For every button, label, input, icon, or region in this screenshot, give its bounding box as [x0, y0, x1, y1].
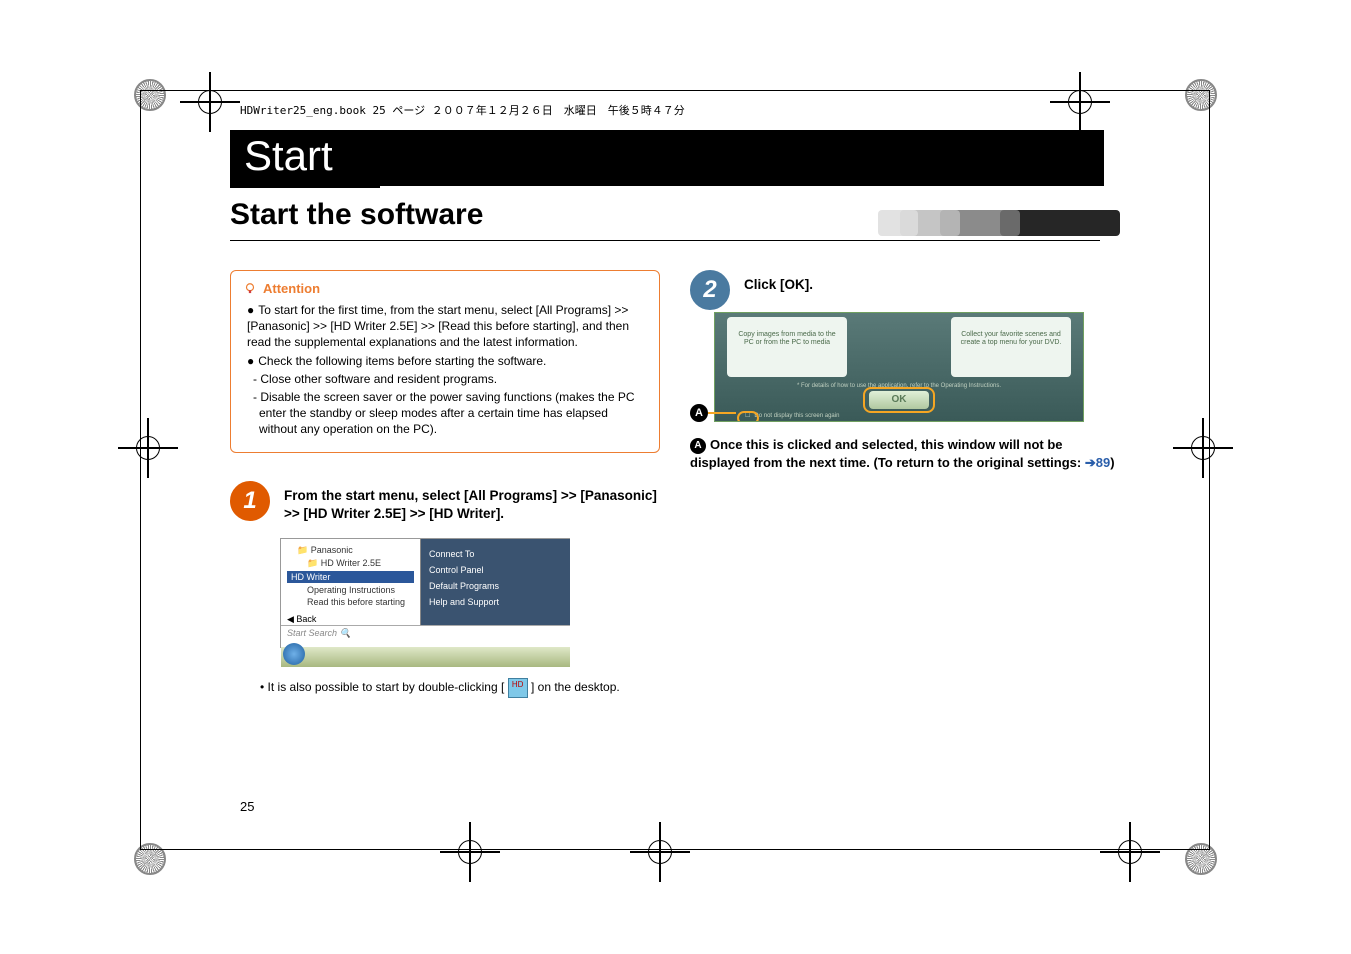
attention-box: Attention ●To start for the first time, …	[230, 270, 660, 453]
menu-item: Read this before starting	[287, 597, 414, 607]
app-launch-screenshot: Copy images from media to the PC or from…	[714, 312, 1084, 422]
attention-bullet: ●Check the following items before starti…	[247, 353, 647, 369]
callout-leader-line	[708, 412, 736, 414]
callout-badge-a: A	[690, 404, 708, 422]
checkbox-highlight-ring	[737, 411, 759, 422]
menu-folder: 📁 HD Writer 2.5E	[287, 558, 414, 569]
ok-highlight-ring	[863, 387, 935, 413]
page-number: 25	[240, 799, 254, 814]
menu-right-item: Default Programs	[429, 581, 562, 591]
panel-create-label: Collect your favorite scenes and create …	[951, 317, 1071, 362]
menu-item: Operating Instructions	[287, 585, 414, 595]
step-2-badge: 2	[690, 270, 730, 310]
step-1-footnote: • It is also possible to start by double…	[260, 678, 660, 698]
attention-subitem: - Disable the screen saver or the power …	[247, 389, 647, 438]
taskbar	[281, 647, 570, 667]
start-search: Start Search 🔍	[281, 625, 570, 647]
menu-right-item: Connect To	[429, 549, 562, 559]
callout-description: AOnce this is clicked and selected, this…	[690, 436, 1120, 472]
lightbulb-icon	[243, 282, 257, 296]
hd-desktop-icon: HD	[508, 678, 528, 698]
attention-subitem: - Close other software and resident prog…	[247, 371, 647, 387]
start-menu-screenshot: 📁 Panasonic 📁 HD Writer 2.5E HD Writer O…	[280, 538, 570, 648]
page-link[interactable]: ➔89	[1085, 455, 1110, 470]
menu-folder: 📁 Panasonic	[287, 545, 414, 556]
dont-show-checkbox[interactable]: ☐Do not display this screen again	[745, 412, 839, 419]
attention-bullet: ●To start for the first time, from the s…	[247, 302, 647, 351]
subtitle-decoration	[860, 210, 1120, 240]
step-1-text: From the start menu, select [All Program…	[284, 481, 660, 525]
subtitle-rule	[230, 240, 1100, 241]
menu-right-item: Control Panel	[429, 565, 562, 575]
start-orb-icon	[283, 643, 305, 665]
attention-label: Attention	[263, 281, 320, 296]
step-2-text: Click [OK].	[744, 270, 813, 295]
panel-copy-label: Copy images from media to the PC or from…	[727, 317, 847, 362]
page-title: Start	[230, 130, 380, 188]
callout-badge-a-inline: A	[690, 438, 706, 454]
step-1-badge: 1	[230, 481, 270, 521]
print-header: HDWriter25_eng.book 25 ページ ２００７年１２月２６日 水…	[240, 102, 1090, 120]
menu-right-item: Help and Support	[429, 597, 562, 607]
menu-item-selected: HD Writer	[287, 571, 414, 583]
menu-back: ◀ Back	[287, 614, 316, 625]
